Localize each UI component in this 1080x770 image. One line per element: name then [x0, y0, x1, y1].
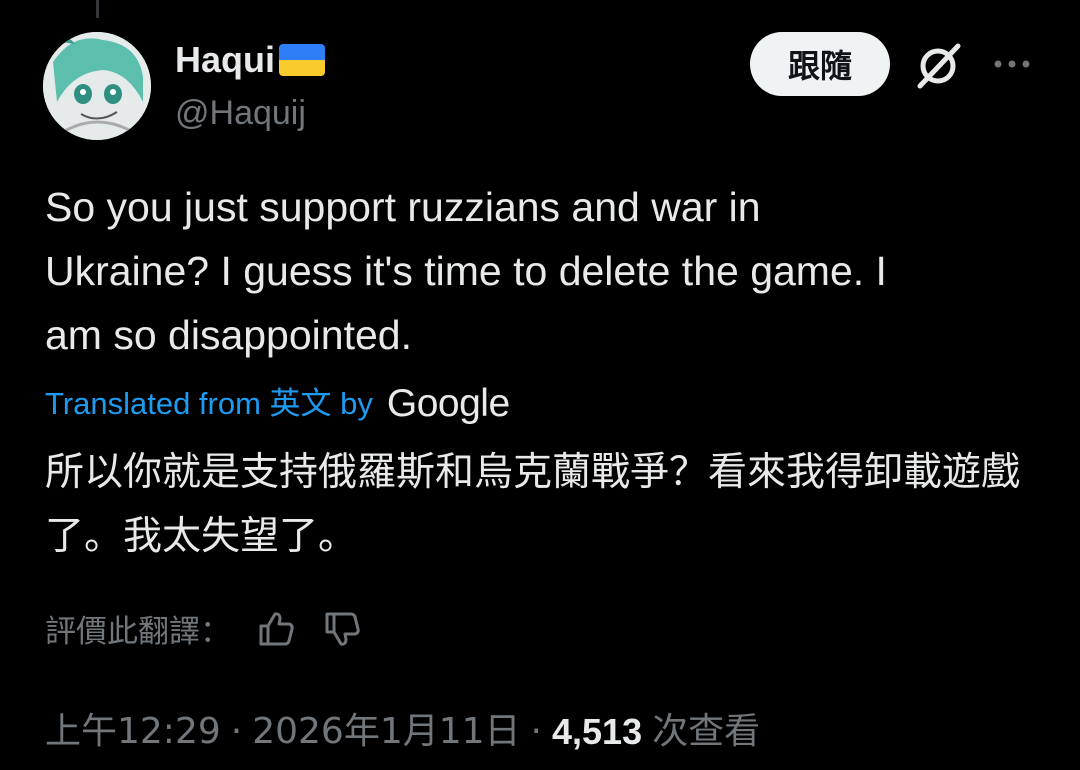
separator-dot: ·: [530, 711, 542, 752]
thumbs-down-icon[interactable]: [321, 608, 363, 650]
translation-attribution: Translated from 英文 by Google: [45, 380, 510, 428]
separator-dot: ·: [230, 711, 243, 752]
display-name-text: Haqui: [175, 39, 276, 80]
tweet-date[interactable]: 2026年1月11日: [252, 708, 520, 756]
tweet-time[interactable]: 上午12:29: [45, 708, 221, 756]
user-handle[interactable]: @Haquij: [175, 93, 306, 133]
views-label: 次查看: [652, 711, 761, 752]
tweet-meta: 上午12:29 · 2026年1月11日 · 4,513 次查看: [45, 708, 760, 756]
tweet-text: So you just support ruzzians and war in …: [45, 184, 887, 358]
google-logo: Google: [386, 382, 510, 425]
grok-slash-icon[interactable]: [912, 40, 964, 92]
avatar-image: [43, 32, 151, 140]
thread-connector-line: [96, 0, 99, 18]
translated-text: 所以你就是支持俄羅斯和烏克蘭戰爭？看來我得卸載遊戲了。我太失望了。: [45, 450, 1021, 559]
avatar[interactable]: [43, 32, 151, 140]
translation-prefix: Translated from 英文 by: [45, 386, 373, 421]
views-count: 4,513: [552, 711, 643, 752]
more-dots-icon[interactable]: [990, 44, 1034, 84]
display-name[interactable]: Haqui: [175, 39, 326, 80]
rate-translation-label: 評價此翻譯：: [45, 614, 231, 650]
follow-button[interactable]: 跟隨: [750, 32, 890, 96]
ukraine-flag-icon: [279, 44, 326, 76]
thumbs-up-icon[interactable]: [255, 608, 297, 650]
rate-translation-row: 評價此翻譯：: [45, 606, 363, 651]
